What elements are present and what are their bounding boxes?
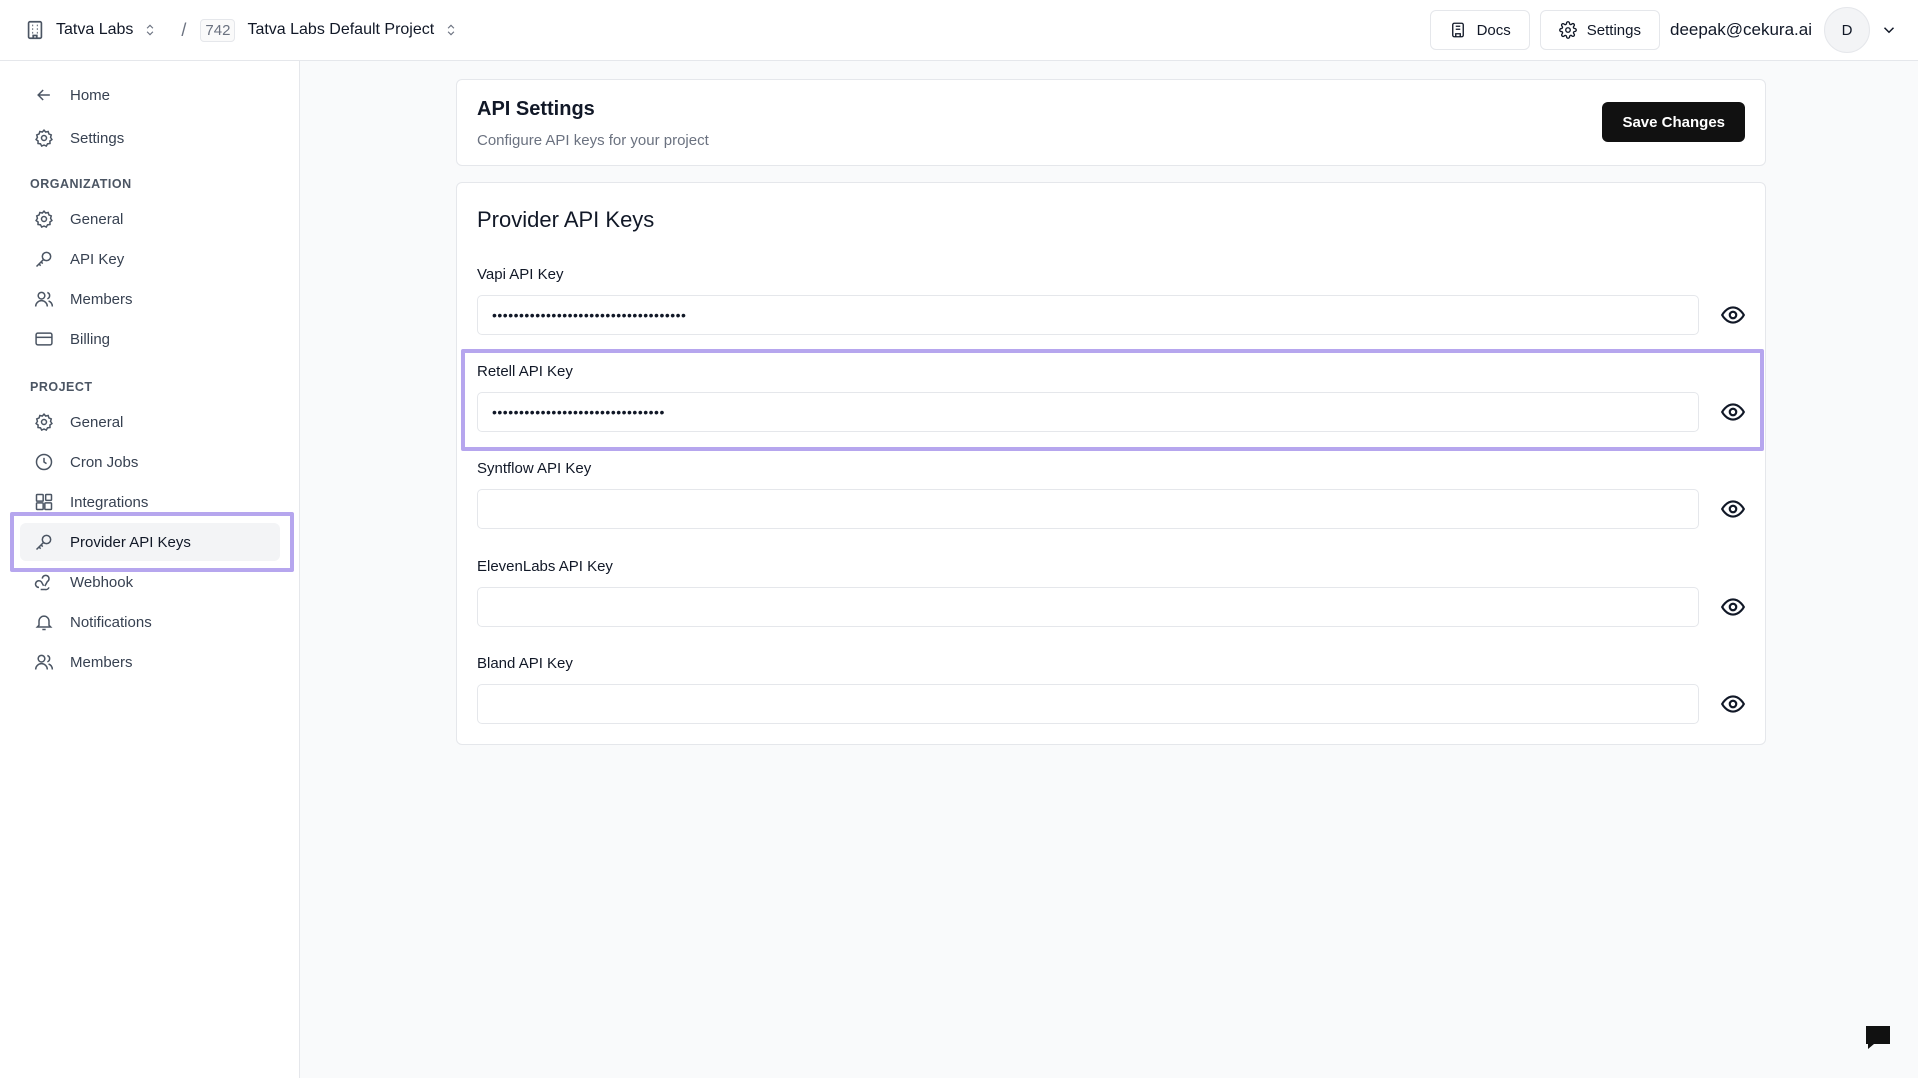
sidebar-item-label: Settings	[70, 129, 125, 147]
sidebar-item-integrations[interactable]: Integrations	[20, 483, 280, 521]
sidebar-item-label: General	[70, 210, 124, 228]
elevenlabs-api-key-label: ElevenLabs API Key	[477, 558, 613, 575]
sidebar-item-org-general[interactable]: General	[20, 200, 280, 238]
user-controls: Docs Settings deepak@cekura.ai D	[1420, 0, 1898, 60]
api-settings-card: API Settings Configure API keys for your…	[456, 79, 1766, 166]
bland-api-key-label: Bland API Key	[477, 655, 573, 672]
retell-toggle-visibility-button[interactable]	[1719, 398, 1747, 426]
users-icon	[34, 652, 54, 672]
settings-label: Settings	[1586, 21, 1641, 39]
users-icon	[34, 289, 54, 309]
sidebar-item-label: API Key	[70, 250, 125, 268]
breadcrumb-separator: /	[181, 19, 187, 40]
page-title: API Settings	[477, 98, 595, 120]
chevrons-up-down-icon[interactable]	[143, 23, 157, 37]
credit-card-icon	[34, 329, 54, 349]
syntflow-toggle-visibility-button[interactable]	[1719, 495, 1747, 523]
avatar[interactable]: D	[1824, 7, 1870, 53]
sidebar: Home Settings ORGANIZATION General API K…	[0, 61, 300, 1078]
docs-button[interactable]: Docs	[1429, 10, 1530, 50]
book-icon	[1449, 21, 1467, 39]
sidebar-item-label: Provider API Keys	[70, 533, 191, 551]
syntflow-api-key-label: Syntflow API Key	[477, 460, 592, 477]
sidebar-item-home[interactable]: Home	[20, 76, 280, 114]
gear-icon	[34, 412, 54, 432]
elevenlabs-toggle-visibility-button[interactable]	[1719, 593, 1747, 621]
sidebar-item-api-key[interactable]: API Key	[20, 240, 280, 278]
sidebar-item-cron-jobs[interactable]: Cron Jobs	[20, 443, 280, 481]
chevrons-up-down-icon[interactable]	[444, 23, 458, 37]
sidebar-item-notifications[interactable]: Notifications	[20, 603, 280, 641]
gear-icon	[34, 209, 54, 229]
sidebar-item-project-general[interactable]: General	[20, 403, 280, 441]
eye-icon	[1720, 302, 1746, 328]
project-name[interactable]: Tatva Labs Default Project	[247, 21, 434, 39]
building-icon	[24, 19, 46, 41]
settings-button[interactable]: Settings	[1539, 10, 1660, 50]
section-label-project: PROJECT	[30, 380, 93, 394]
docs-label: Docs	[1476, 21, 1511, 39]
section-label-organization: ORGANIZATION	[30, 177, 132, 191]
sidebar-item-project-members[interactable]: Members	[20, 643, 280, 681]
sidebar-item-label: Notifications	[70, 613, 152, 631]
sidebar-item-label: Billing	[70, 330, 111, 348]
project-id-badge: 742	[200, 18, 236, 42]
chat-widget-button[interactable]	[1864, 1024, 1892, 1050]
sidebar-item-label: Integrations	[70, 493, 149, 511]
sidebar-item-label: Members	[70, 290, 133, 308]
provider-api-keys-card: Provider API Keys Vapi API Key Retell AP…	[456, 182, 1766, 745]
eye-icon	[1720, 594, 1746, 620]
retell-api-key-label: Retell API Key	[477, 363, 573, 380]
sidebar-item-provider-api-keys[interactable]: Provider API Keys	[20, 523, 280, 561]
chat-bubble-icon	[1864, 1024, 1892, 1050]
sidebar-item-org-members[interactable]: Members	[20, 280, 280, 318]
sidebar-item-label: Members	[70, 653, 133, 671]
eye-icon	[1720, 496, 1746, 522]
top-bar: Tatva Labs / 742 Tatva Labs Default Proj…	[0, 0, 1918, 61]
vapi-api-key-label: Vapi API Key	[477, 266, 564, 283]
page-subtitle: Configure API keys for your project	[477, 132, 709, 149]
bell-icon	[34, 612, 54, 632]
sidebar-item-billing[interactable]: Billing	[20, 320, 280, 358]
bland-api-key-input[interactable]	[477, 684, 1699, 724]
gear-icon	[1558, 21, 1577, 39]
vapi-api-key-input[interactable]	[477, 295, 1699, 335]
sidebar-item-label: Home	[70, 86, 111, 104]
bland-toggle-visibility-button[interactable]	[1719, 690, 1747, 718]
key-icon	[34, 532, 54, 552]
elevenlabs-api-key-input[interactable]	[477, 587, 1699, 627]
sidebar-item-label: Webhook	[70, 573, 134, 591]
vapi-toggle-visibility-button[interactable]	[1719, 301, 1747, 329]
sidebar-item-settings[interactable]: Settings	[20, 119, 280, 157]
user-email[interactable]: deepak@cekura.ai	[1670, 20, 1812, 40]
retell-api-key-input[interactable]	[477, 392, 1699, 432]
sidebar-item-label: General	[70, 413, 124, 431]
syntflow-api-key-input[interactable]	[477, 489, 1699, 529]
key-icon	[34, 249, 54, 269]
gear-icon	[34, 128, 54, 148]
arrow-left-icon	[34, 85, 54, 105]
eye-icon	[1720, 691, 1746, 717]
save-changes-button[interactable]: Save Changes	[1602, 102, 1745, 142]
section-title: Provider API Keys	[477, 207, 655, 232]
clock-icon	[34, 452, 54, 472]
blocks-icon	[34, 492, 54, 512]
org-name[interactable]: Tatva Labs	[56, 21, 133, 39]
sidebar-item-label: Cron Jobs	[70, 453, 139, 471]
webhook-icon	[34, 572, 54, 592]
eye-icon	[1720, 399, 1746, 425]
sidebar-item-webhook[interactable]: Webhook	[20, 563, 280, 601]
chevron-down-icon[interactable]	[1880, 21, 1898, 39]
org-project-switcher: Tatva Labs / 742 Tatva Labs Default Proj…	[24, 0, 458, 60]
